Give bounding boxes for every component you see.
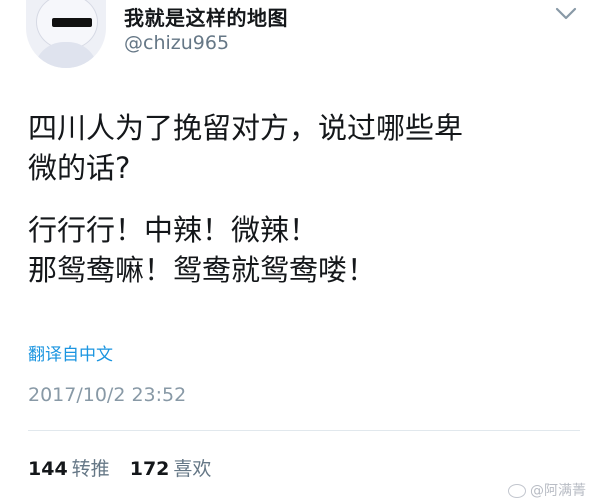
tweet-text-line: 行行行！中辣！微辣！ bbox=[28, 213, 319, 247]
likes-label: 喜欢 bbox=[173, 458, 212, 480]
tweet-stats: 144 转推 172 喜欢 bbox=[28, 454, 225, 481]
chevron-down-icon[interactable] bbox=[552, 4, 580, 24]
translate-link[interactable]: 翻译自中文 bbox=[28, 340, 113, 365]
likes-stat[interactable]: 172 喜欢 bbox=[130, 454, 212, 481]
avatar[interactable] bbox=[26, 0, 106, 68]
tweet-text-line: 四川人为了挽留对方，说过哪些卑 bbox=[28, 111, 464, 145]
tweet-text-line: 微的话? bbox=[28, 151, 131, 185]
avatar-body bbox=[34, 42, 98, 68]
sunglasses-icon bbox=[52, 18, 92, 27]
tweet-timestamp[interactable]: 2017/10/2 23:52 bbox=[28, 384, 186, 406]
tweet-card: 我就是这样的地图 @chizu965 四川人为了挽留对方，说过哪些卑 微的话? … bbox=[0, 0, 600, 504]
tweet-text-line: 那鸳鸯嘛！鸳鸯就鸳鸯喽！ bbox=[28, 253, 377, 287]
retweets-count: 144 bbox=[28, 458, 68, 480]
tweet-text: 四川人为了挽留对方，说过哪些卑 微的话? 行行行！中辣！微辣！ 那鸳鸯嘛！鸳鸯就… bbox=[28, 108, 588, 290]
retweets-stat[interactable]: 144 转推 bbox=[28, 454, 110, 481]
likes-count: 172 bbox=[129, 458, 170, 480]
user-handle[interactable]: @chizu965 bbox=[124, 32, 229, 54]
divider bbox=[28, 430, 580, 431]
weibo-icon bbox=[508, 484, 526, 498]
watermark-text: @阿满菁 bbox=[530, 483, 586, 499]
display-name[interactable]: 我就是这样的地图 bbox=[124, 2, 288, 31]
retweets-label: 转推 bbox=[71, 458, 110, 480]
watermark: @阿满菁 bbox=[508, 480, 586, 500]
